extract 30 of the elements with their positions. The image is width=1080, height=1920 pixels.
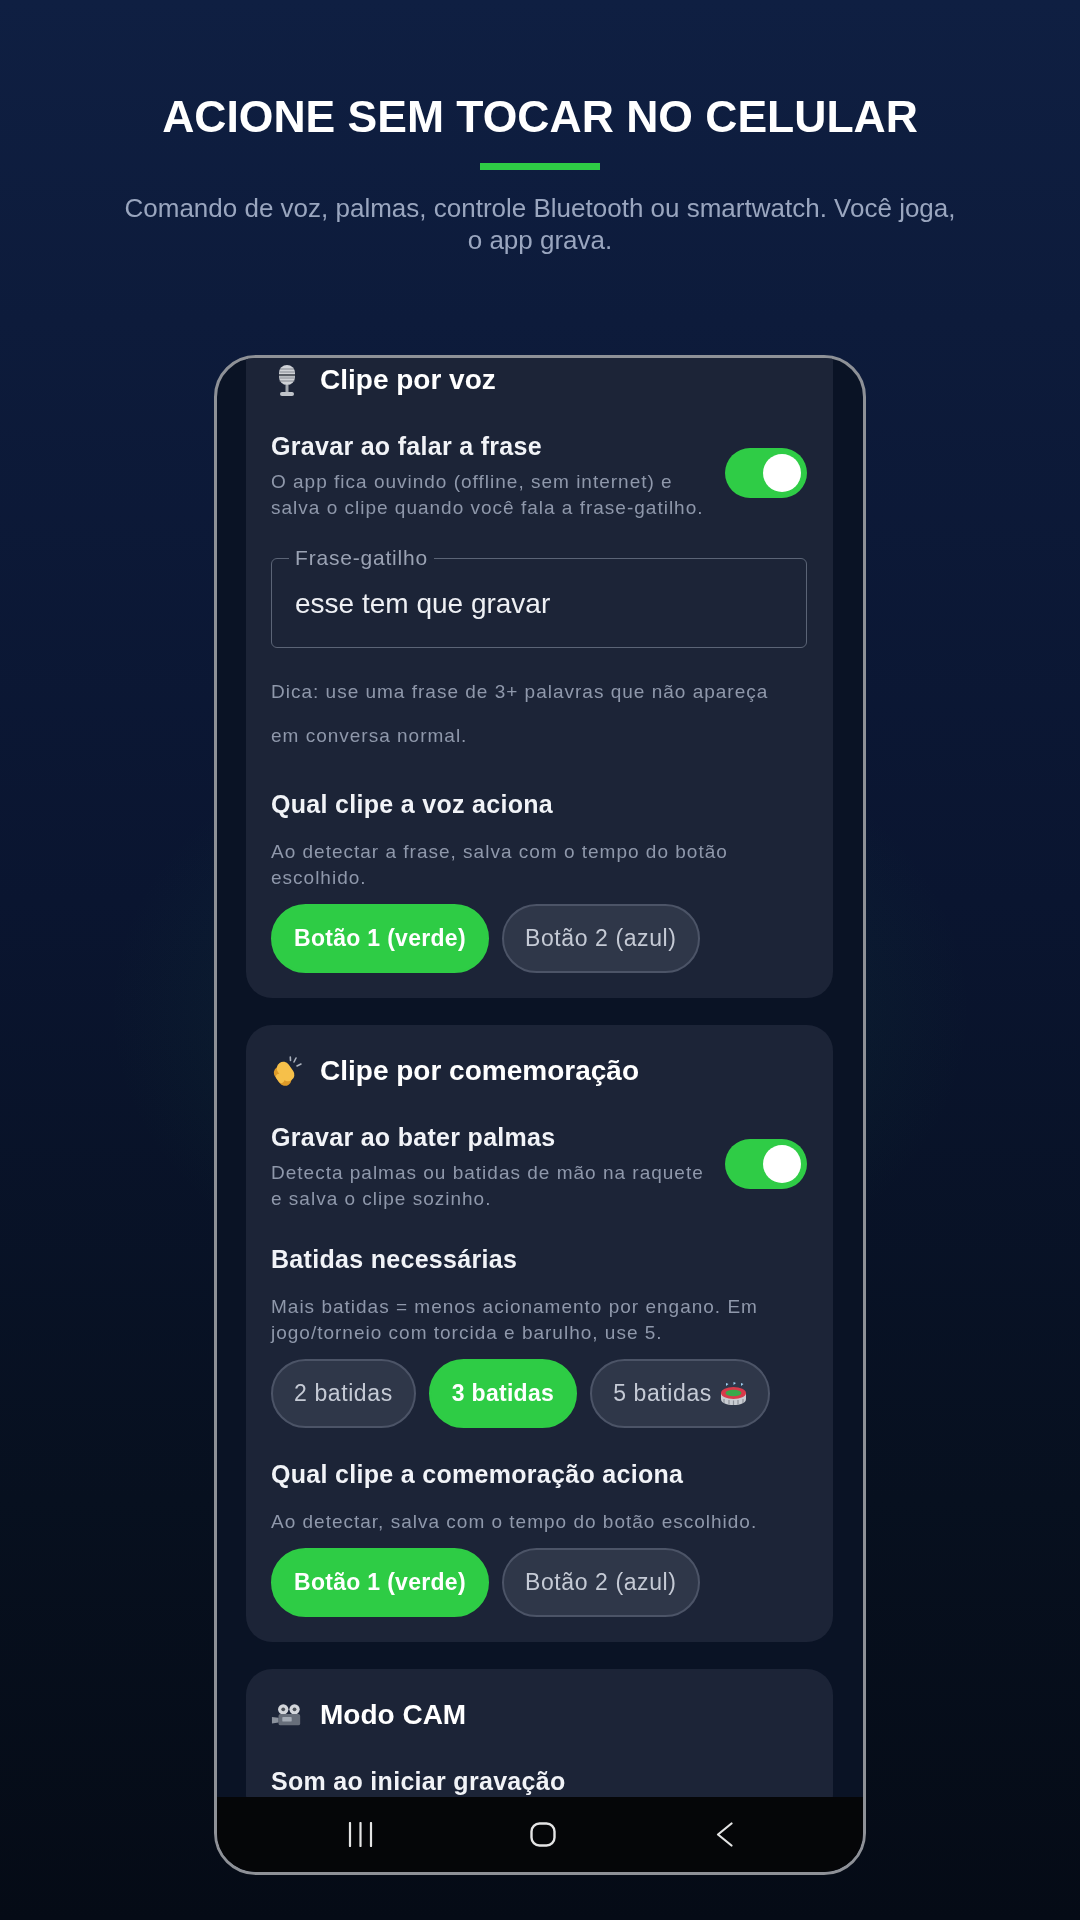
section-description: Mais batidas = menos acionamento por engano. Em jogo/torneio com torcida e barulho, use 5. bbox=[271, 1295, 759, 1345]
section-description: Ao detectar a frase, salva com o tempo do botão escolhido. bbox=[271, 840, 729, 890]
card-title: Modo CAM bbox=[320, 1699, 467, 1731]
setting-description: Detecta palmas ou batidas de mão na raquete e salva o clipe sozinho. bbox=[271, 1161, 705, 1211]
toggle-switch[interactable] bbox=[725, 1139, 807, 1189]
section-title: Qual clipe a comemoração aciona bbox=[271, 1460, 685, 1488]
hint-text: Dica: use uma frase de 3+ palavras que não apareça em conversa normal. bbox=[271, 680, 770, 748]
card-title: Clipe por voz bbox=[320, 364, 496, 396]
option-button[interactable]: 2 batidas bbox=[271, 1359, 416, 1428]
setting-description: O app fica ouvindo (offline, sem internet) e salva o clipe quando você fala a frase-gatilho. bbox=[271, 470, 705, 520]
setting-title: Gravar ao falar a frase bbox=[271, 432, 543, 460]
section-title: Qual clipe a voz aciona bbox=[271, 790, 554, 818]
microphone-icon bbox=[277, 364, 297, 396]
film-projector-icon bbox=[271, 1703, 303, 1727]
toggle-switch[interactable] bbox=[725, 448, 807, 498]
home-icon[interactable] bbox=[529, 1822, 556, 1847]
stadium-icon bbox=[719, 1381, 747, 1406]
option-button[interactable]: Botão 2 (azul) bbox=[501, 904, 700, 973]
option-button[interactable]: 5 batidas bbox=[590, 1359, 770, 1428]
option-button[interactable]: Botão 2 (azul) bbox=[501, 1548, 700, 1617]
setting-title: Gravar ao bater palmas bbox=[271, 1123, 557, 1151]
card-title: Clipe por comemoração bbox=[320, 1055, 639, 1087]
setting-title: Som ao iniciar gravação bbox=[271, 1767, 567, 1795]
section-description: Ao detectar, salva com o tempo do botão escolhido. bbox=[271, 1510, 759, 1534]
back-icon[interactable] bbox=[715, 1822, 733, 1847]
page-subtitle: Comando de voz, palmas, controle Bluetooth ou smartwatch. Você joga, o app grava. bbox=[123, 192, 957, 256]
clapping-hands-icon bbox=[272, 1055, 302, 1087]
page-title: ACIONE SEM TOCAR NO CELULAR bbox=[162, 91, 918, 143]
recent-apps-icon[interactable] bbox=[347, 1822, 373, 1847]
section-title: Batidas necessárias bbox=[271, 1245, 519, 1273]
